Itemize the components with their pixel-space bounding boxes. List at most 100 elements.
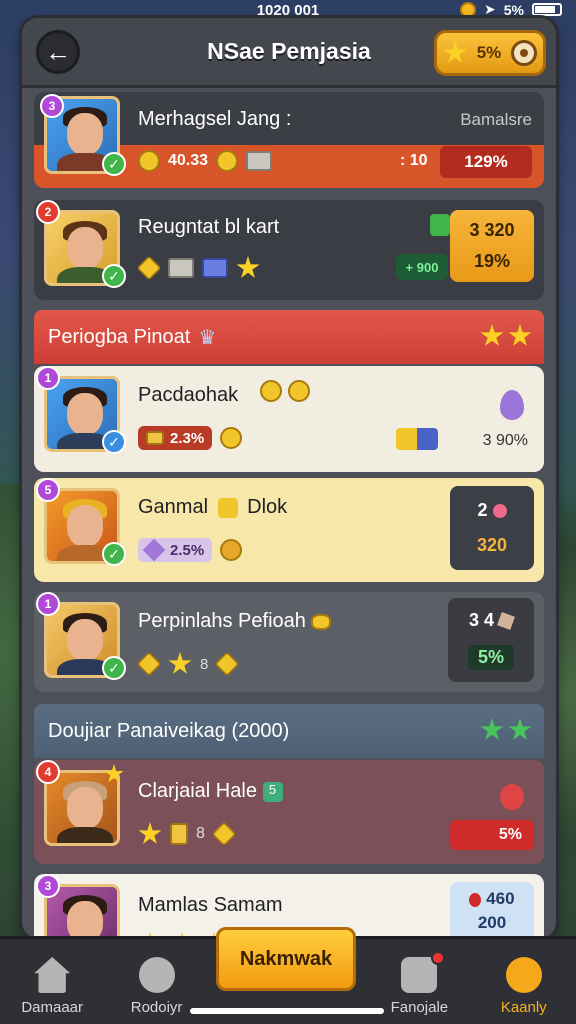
badge-icon: 5 [262, 781, 283, 802]
bottom-tab-bar: Damaaar Rodoiyr Fanojale Kaanly Nakmwak [0, 927, 576, 1024]
battery-icon [532, 3, 562, 16]
stat-box-top: 2 [477, 500, 507, 521]
candy-icon [492, 504, 507, 519]
main-panel: ← NSae Pemjasia 5% 3 ✓ Merhagsel Jang : … [22, 18, 556, 938]
character-card-2[interactable]: 2 ✓ Reugntat bl kart + 900 3 320 19% [34, 200, 544, 300]
card-items-row: 2.5% [138, 538, 243, 562]
status-bar: 1020 001 ➤ 5% [0, 0, 576, 20]
character-card-3[interactable]: 1 ✓ Pacdaohak 2.3% 3 90% [34, 366, 544, 472]
character-card-4[interactable]: 5 ✓ Ganmal Dlok 2.5% 2 320 [34, 478, 544, 582]
stat-box-top: 3 320 [469, 220, 515, 240]
stat-value: 40.33 [168, 152, 209, 169]
gold-gem-icon [214, 651, 240, 677]
card-name: Pacdaohak [138, 384, 239, 406]
character-card-1[interactable]: 3 ✓ Merhagsel Jang : Bamalsre 40.33 : 10… [34, 92, 544, 188]
drop-icon [500, 390, 524, 420]
notification-dot [431, 951, 446, 965]
stat-box-bottom: 200 [477, 913, 507, 932]
verified-check-icon: ✓ [102, 430, 126, 454]
stat-value: 3 90% [482, 432, 528, 449]
character-card-6[interactable]: 4 Clarjaial Hale 5 8 5% [34, 760, 544, 864]
stat-percent-box: 5% [450, 820, 534, 850]
verified-check-icon: ✓ [102, 542, 126, 566]
ruby-icon [469, 892, 482, 907]
section-header: Doujiar Panaiveikag (2000) [34, 704, 544, 758]
card-items-row: 2.3% [138, 426, 243, 450]
coin-icon [220, 539, 243, 561]
center-action-button[interactable]: Nakmwak [216, 927, 356, 991]
stat-secondary: : 10 [400, 152, 428, 169]
home-icon [34, 957, 71, 993]
chest-icon [246, 151, 273, 171]
tab-home[interactable]: Damaaar [4, 957, 100, 1016]
status-icons: ➤ 5% [460, 1, 562, 18]
card-name-suffix: Dlok [247, 496, 288, 518]
location-arrow-icon: ➤ [484, 1, 496, 17]
link-icon: 8 [200, 655, 209, 673]
star-icon [480, 324, 504, 346]
chip-value: 2.5% [170, 541, 205, 559]
shop-icon [430, 214, 450, 236]
level-badge: 2 [36, 200, 60, 224]
character-card-5[interactable]: 1 ✓ Perpinlahs Pefioah 8 3 4 5% [34, 592, 544, 692]
rocket-icon [505, 957, 542, 993]
section-title: Periogba Pinoat [48, 325, 191, 348]
coin-icon [216, 150, 239, 172]
currency-button[interactable]: 5% [434, 30, 546, 76]
scroll-icon [497, 612, 515, 631]
section-header: Periogba Pinoat ♛ [34, 310, 544, 364]
stat-box-top: 3 4 [469, 610, 515, 631]
card-name-main: Clarjaial Hale [138, 780, 257, 802]
crown-icon: ♛ [198, 326, 217, 349]
book-icon [168, 258, 194, 278]
card-right-label: Bamalsre [460, 110, 532, 129]
level-badge: 3 [40, 94, 64, 118]
link-icon: 8 [196, 825, 205, 842]
back-button[interactable]: ← [36, 30, 80, 74]
currency-value: 5% [476, 43, 502, 62]
chest-icon [146, 431, 164, 445]
tab-ready[interactable]: Kaanly [476, 957, 572, 1016]
tab-inbox[interactable]: Fanojale [371, 951, 467, 1016]
level-badge: 5 [36, 478, 60, 502]
star-icon [480, 718, 504, 740]
chip-value: 2.3% [170, 429, 205, 447]
back-arrow-icon: ← [45, 36, 71, 67]
gold-gem-icon [211, 821, 237, 847]
stat-box: 2 320 [450, 486, 534, 570]
gem-icon [142, 538, 166, 562]
card-stats-row: 40.33 [138, 150, 273, 172]
tab-label: Kaanly [500, 999, 547, 1016]
stat-box: 3 320 19% [450, 210, 534, 282]
gear-icon [138, 957, 175, 993]
section-stars [480, 324, 532, 348]
card-name: Clarjaial Hale 5 [138, 780, 283, 803]
ticket-icon [396, 428, 438, 450]
verified-check-icon: ✓ [102, 656, 126, 680]
battery-percent: 5% [503, 1, 524, 18]
sun-icon [288, 380, 310, 402]
percent-chip: 2.5% [138, 538, 213, 562]
gold-gem-icon [136, 255, 162, 281]
stat-box-bottom: 5% [467, 645, 514, 670]
gold-gem-icon [136, 651, 162, 677]
gold-icon [217, 497, 238, 518]
card-name-main: Ganmal [138, 496, 209, 518]
page-title: NSae Pemjasia [207, 38, 371, 64]
card-name: Ganmal Dlok [138, 496, 287, 519]
scroll-icon [170, 823, 188, 845]
tab-label: Fanojale [390, 999, 449, 1016]
star-icon [168, 652, 192, 674]
tab-heroes[interactable]: Rodoiyr [109, 957, 205, 1016]
medal-icon [138, 150, 160, 172]
star-icon [138, 822, 162, 844]
card-name-main: Perpinlahs Pefioah [138, 610, 306, 632]
star-icon [508, 718, 532, 740]
potion-icon [500, 784, 524, 810]
coin-icon [460, 1, 477, 18]
card-items-row [136, 255, 260, 281]
level-badge: 4 [36, 760, 60, 784]
section-title: Doujiar Panaiveikag (2000) [48, 719, 290, 742]
level-badge: 3 [36, 874, 60, 898]
dial-icon [510, 40, 537, 66]
